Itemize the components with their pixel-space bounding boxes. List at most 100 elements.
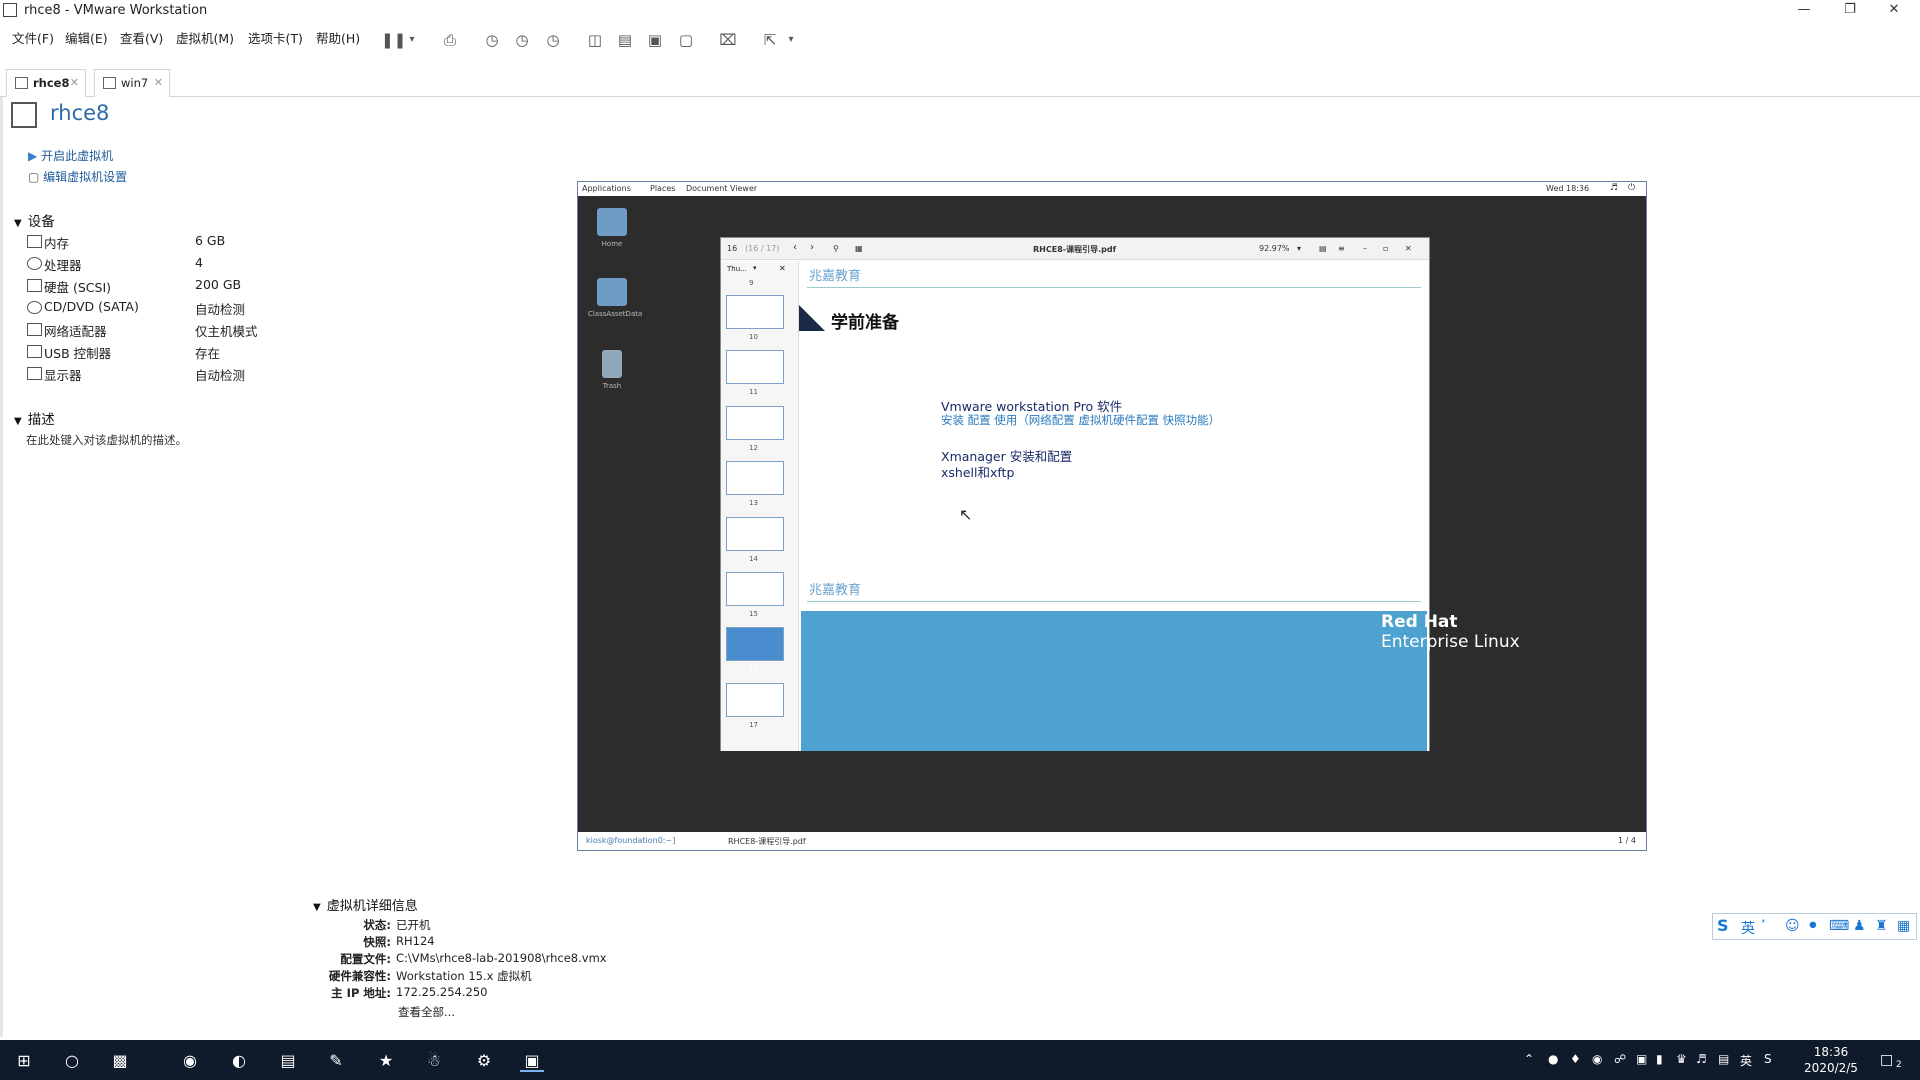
- app-icon[interactable]: ★: [374, 1050, 398, 1072]
- description-section[interactable]: ▼ 描述: [14, 408, 55, 428]
- page-thumbnail[interactable]: [726, 517, 784, 551]
- file-explorer-icon[interactable]: ▤: [276, 1050, 300, 1072]
- close-icon[interactable]: ✕: [1405, 244, 1412, 253]
- zoom-dropdown-icon[interactable]: ▾: [1297, 244, 1301, 253]
- emoji-icon[interactable]: ☺: [1785, 918, 1800, 934]
- chevron-down-icon[interactable]: ▾: [402, 30, 422, 50]
- pdf-page[interactable]: 兆嘉教育 学前准备 Vmware workstation Pro 软件 安装 配…: [799, 261, 1429, 751]
- task-view-icon[interactable]: ▩: [108, 1050, 132, 1072]
- desktop-icon-trash[interactable]: Trash: [592, 350, 632, 390]
- menu-edit[interactable]: 编辑(E): [65, 28, 108, 47]
- device-network[interactable]: 网络适配器: [44, 321, 107, 340]
- close-icon[interactable]: ✕: [70, 70, 79, 96]
- wechat-icon[interactable]: ☃: [422, 1050, 446, 1072]
- tab-rhce8[interactable]: rhce8 ✕: [6, 69, 86, 97]
- thumbnail-bar-icon[interactable]: ▤: [615, 30, 635, 50]
- toolbox-icon[interactable]: ▦: [1897, 918, 1910, 934]
- page-thumbnail[interactable]: [726, 406, 784, 440]
- editor-icon[interactable]: ✎: [324, 1050, 348, 1072]
- devices-section[interactable]: ▼ 设备: [14, 210, 55, 230]
- close-icon[interactable]: ✕: [154, 70, 163, 96]
- search-icon[interactable]: ○: [60, 1050, 84, 1072]
- unity-icon[interactable]: ▢: [676, 30, 696, 50]
- battery-icon[interactable]: ▮: [1656, 1052, 1663, 1066]
- maximize-icon[interactable]: ▫: [1383, 244, 1388, 253]
- sidebar-mode-selector[interactable]: Thu...: [727, 265, 747, 273]
- search-icon[interactable]: ⚲: [833, 244, 839, 253]
- applications-menu[interactable]: Applications: [582, 184, 631, 193]
- device-display[interactable]: 显示器: [44, 365, 82, 384]
- places-menu[interactable]: Places: [650, 184, 675, 193]
- revert-snapshot-icon[interactable]: ◷: [512, 30, 532, 50]
- page-thumbnail[interactable]: [726, 461, 784, 495]
- prev-page-icon[interactable]: ‹: [793, 242, 797, 253]
- sogou-logo-icon[interactable]: S: [1717, 916, 1729, 935]
- ime-toolbar[interactable]: S 英 ’ ☺ ⚫ ⌨ ♟ ♜ ▦: [1712, 913, 1917, 940]
- library-icon[interactable]: ◫: [585, 30, 605, 50]
- zoom-level[interactable]: 92.97%: [1259, 244, 1290, 253]
- console-icon[interactable]: ⌧: [718, 30, 738, 50]
- menu-vm[interactable]: 虚拟机(M): [176, 28, 234, 47]
- stretch-dropdown-icon[interactable]: ▾: [781, 30, 801, 50]
- tray-overflow-icon[interactable]: ⌃: [1524, 1052, 1534, 1066]
- hamburger-menu-icon[interactable]: ≡: [1338, 244, 1345, 253]
- tray-app-icon[interactable]: ▣: [1636, 1052, 1647, 1066]
- vmware-taskbar-icon[interactable]: ▣: [520, 1050, 544, 1072]
- tray-app-icon[interactable]: ◉: [1592, 1052, 1602, 1066]
- chevron-down-icon[interactable]: ▾: [753, 264, 757, 272]
- vm-details-section[interactable]: ▼ 虚拟机详细信息: [313, 895, 418, 914]
- next-page-icon[interactable]: ›: [810, 242, 814, 253]
- snapshot-icon[interactable]: ◷: [482, 30, 502, 50]
- send-keys-icon[interactable]: ⎙: [440, 30, 460, 50]
- system-clock[interactable]: 18:36 2020/2/5: [1796, 1044, 1866, 1076]
- guest-clock[interactable]: Wed 18:36: [1546, 184, 1589, 193]
- desktop-icon-classassetdata[interactable]: ClassAssetData: [588, 278, 642, 318]
- microphone-icon[interactable]: ⚫: [1807, 918, 1819, 934]
- ime-mode[interactable]: 英: [1741, 918, 1755, 938]
- close-button[interactable]: ✕: [1874, 0, 1914, 22]
- user-icon[interactable]: ♟: [1853, 918, 1866, 934]
- page-thumbnail[interactable]: [726, 350, 784, 384]
- description-text[interactable]: 在此处键入对该虚拟机的描述。: [26, 432, 187, 448]
- pause-icon[interactable]: ❚❚: [381, 30, 406, 50]
- steam-icon[interactable]: ⚙: [472, 1050, 496, 1072]
- device-cdrom[interactable]: CD/DVD (SATA): [44, 299, 139, 314]
- volume-icon[interactable]: ♬: [1610, 183, 1618, 193]
- device-memory[interactable]: 内存: [44, 233, 69, 252]
- punctuation-icon[interactable]: ’: [1761, 918, 1765, 934]
- view-all-link[interactable]: 查看全部...: [398, 1004, 455, 1020]
- device-disk[interactable]: 硬盘 (SCSI): [44, 277, 111, 296]
- power-on-link[interactable]: ▶ 开启此虚拟机: [28, 147, 113, 164]
- pdf-task[interactable]: RHCE8-课程引导.pdf: [728, 836, 806, 847]
- power-icon[interactable]: ⏻: [1628, 183, 1635, 193]
- document-viewer-window[interactable]: 16 (16 / 17) ‹ › ⚲ ▦ RHCE8-课程引导.pdf 92.9…: [720, 237, 1430, 751]
- page-number-field[interactable]: 16: [727, 244, 737, 253]
- minimize-button[interactable]: —: [1784, 0, 1824, 22]
- volume-icon[interactable]: ♬: [1696, 1052, 1707, 1066]
- fullscreen-icon[interactable]: ▣: [645, 30, 665, 50]
- annotations-icon[interactable]: ▦: [855, 244, 863, 253]
- keyboard-icon[interactable]: ⌨: [1829, 918, 1849, 934]
- page-thumbnail[interactable]: [726, 295, 784, 329]
- menu-tabs[interactable]: 选项卡(T): [248, 28, 303, 47]
- menu-view[interactable]: 查看(V): [120, 28, 163, 47]
- snapshot-manager-icon[interactable]: ◷: [543, 30, 563, 50]
- workspace-pager[interactable]: 1 / 4: [1618, 836, 1636, 845]
- browser-icon[interactable]: ◐: [227, 1050, 251, 1072]
- active-app-label[interactable]: Document Viewer: [686, 184, 757, 193]
- tray-app-icon[interactable]: ♦: [1570, 1052, 1581, 1066]
- page-thumbnail[interactable]: [726, 572, 784, 606]
- tab-win7[interactable]: win7 ✕: [94, 69, 170, 97]
- edit-vm-link[interactable]: ▢ 编辑虚拟机设置: [28, 168, 127, 185]
- ime-indicator[interactable]: 英: [1740, 1052, 1752, 1069]
- page-thumbnail[interactable]: [726, 683, 784, 717]
- device-usb[interactable]: USB 控制器: [44, 343, 111, 362]
- document-properties-icon[interactable]: ▤: [1319, 244, 1327, 253]
- minimize-icon[interactable]: –: [1363, 244, 1367, 253]
- stretch-icon[interactable]: ⇱: [760, 30, 780, 50]
- wechat-tray-icon[interactable]: ●: [1548, 1052, 1558, 1066]
- desktop-icon-home[interactable]: Home: [592, 208, 632, 248]
- restore-button[interactable]: ❐: [1830, 0, 1870, 22]
- network-icon[interactable]: ▤: [1718, 1052, 1729, 1066]
- tray-app-icon[interactable]: ♛: [1676, 1052, 1687, 1066]
